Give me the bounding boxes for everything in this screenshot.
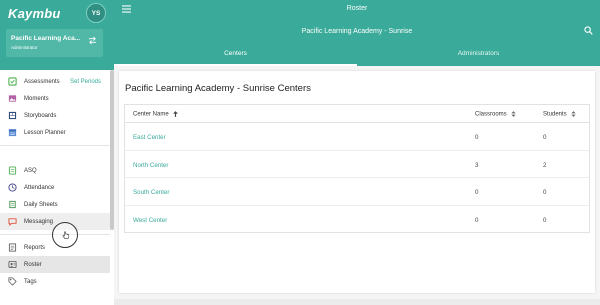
table-row[interactable]: East Center 0 0: [125, 123, 589, 151]
sidebar-item-attendance[interactable]: Attendance: [0, 179, 110, 196]
kaymbu-logo: Kaymbu: [8, 6, 61, 21]
bottom-bar: [114, 299, 600, 305]
school-role: Administrator: [11, 45, 38, 50]
top-bar: Roster Pacific Learning Academy - Sunris…: [114, 0, 600, 66]
table-row[interactable]: North Center 3 2: [125, 151, 589, 178]
sidebar-item-roster[interactable]: Roster: [0, 256, 110, 273]
sidebar-header: Kaymbu YS Pacific Learning Aca... Admini…: [0, 0, 114, 70]
page-title: Roster: [346, 5, 368, 12]
sidebar-item-label: Assessments: [24, 78, 60, 85]
column-classrooms[interactable]: Classrooms: [475, 111, 516, 118]
search-icon[interactable]: [584, 26, 593, 35]
content-area: Pacific Learning Academy - Sunrise Cente…: [114, 66, 600, 305]
school-name: Pacific Learning Aca...: [11, 35, 81, 42]
tab-bar: Centers Administrators: [114, 44, 600, 66]
school-switcher[interactable]: Pacific Learning Aca... Administrator: [6, 29, 103, 57]
sidebar-item-lesson-planner[interactable]: Lesson Planner: [0, 124, 110, 141]
sidebar-nav: Assessments Set Periods Moments Storyboa…: [0, 73, 110, 290]
set-periods-link[interactable]: Set Periods: [70, 79, 101, 85]
roster-icon: [8, 260, 17, 269]
sidebar-item-label: Moments: [24, 95, 49, 102]
classrooms-count: 3: [475, 161, 479, 169]
card-title: Pacific Learning Academy - Sunrise Cente…: [125, 83, 311, 94]
centers-card: Pacific Learning Academy - Sunrise Cente…: [119, 71, 595, 293]
messaging-icon: [8, 218, 17, 226]
assessments-icon: [8, 77, 17, 86]
sidebar-item-label: Daily Sheets: [24, 201, 58, 208]
students-count: 0: [543, 189, 547, 196]
moments-icon: [8, 95, 17, 102]
sidebar-item-moments[interactable]: Moments: [0, 90, 110, 107]
sort-arrow-up-icon[interactable]: [173, 111, 179, 117]
sidebar-item-label: ASQ: [24, 167, 37, 174]
sidebar-item-daily-sheets[interactable]: Daily Sheets: [0, 196, 110, 213]
attendance-icon: [8, 183, 17, 192]
sort-icon[interactable]: [511, 111, 516, 117]
column-center-name[interactable]: Center Name: [133, 111, 179, 118]
table-header: Center Name Classrooms Students: [125, 105, 589, 123]
students-count: 0: [543, 216, 547, 224]
classrooms-count: 0: [475, 134, 479, 141]
students-count: 2: [543, 161, 547, 169]
sidebar-item-label: Messaging: [24, 218, 54, 225]
tags-icon: [8, 277, 17, 286]
sidebar-item-label: Roster: [24, 261, 42, 268]
switch-icon: [88, 36, 97, 45]
table-row[interactable]: South Center 0 0: [125, 178, 589, 206]
center-name-link[interactable]: South Center: [133, 189, 169, 196]
reports-icon: [8, 243, 17, 252]
main-area: Roster Pacific Learning Academy - Sunris…: [114, 0, 600, 305]
sidebar-item-assessments[interactable]: Assessments Set Periods: [0, 73, 110, 90]
sidebar-item-label: Reports: [24, 244, 46, 251]
lesson-planner-icon: [8, 129, 17, 137]
user-avatar[interactable]: YS: [86, 3, 106, 23]
tab-centers[interactable]: Centers: [114, 44, 357, 66]
centers-table: Center Name Classrooms Students East Cen…: [124, 104, 590, 233]
center-name-link[interactable]: East Center: [133, 134, 166, 141]
table-row[interactable]: West Center 0 0: [125, 206, 589, 234]
sidebar-item-label: Attendance: [24, 184, 55, 191]
center-name-link[interactable]: West Center: [133, 217, 167, 224]
school-subtitle: Pacific Learning Academy - Sunrise: [301, 28, 413, 35]
hand-cursor-icon: [62, 231, 70, 239]
tab-administrators[interactable]: Administrators: [357, 44, 600, 66]
nav-divider: [0, 145, 110, 146]
asq-icon: [8, 166, 17, 175]
sidebar-item-label: Storyboards: [24, 112, 57, 119]
sort-icon[interactable]: [571, 111, 576, 117]
storyboards-icon: [8, 111, 17, 120]
students-count: 0: [543, 134, 547, 141]
center-name-link[interactable]: North Center: [133, 162, 168, 169]
daily-sheets-icon: [9, 200, 16, 209]
sidebar-item-storyboards[interactable]: Storyboards: [0, 107, 110, 124]
classrooms-count: 0: [475, 189, 479, 196]
sidebar-item-asq[interactable]: ASQ: [0, 162, 110, 179]
sidebar-item-label: Tags: [24, 278, 37, 285]
classrooms-count: 0: [475, 216, 479, 224]
sidebar-item-label: Lesson Planner: [24, 129, 66, 136]
column-students[interactable]: Students: [543, 111, 576, 118]
sidebar-item-tags[interactable]: Tags: [0, 273, 110, 290]
sidebar: Kaymbu YS Pacific Learning Aca... Admini…: [0, 0, 114, 305]
